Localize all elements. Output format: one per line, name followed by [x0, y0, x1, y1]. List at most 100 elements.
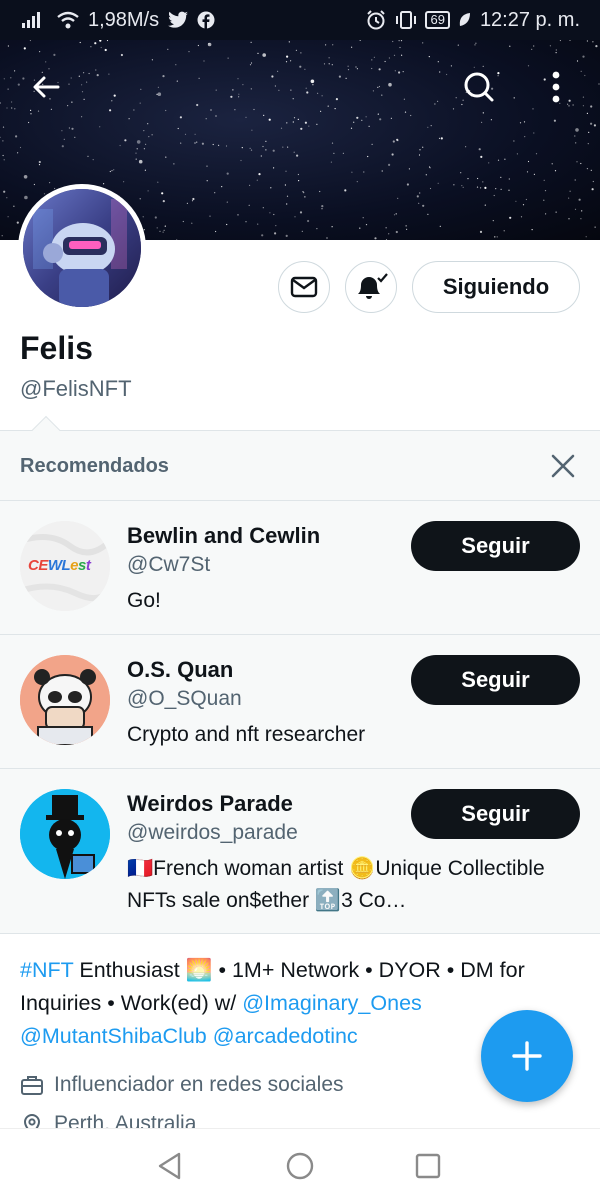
star — [282, 146, 284, 148]
star — [145, 143, 147, 145]
star — [71, 127, 74, 130]
star — [504, 158, 506, 160]
star — [402, 71, 404, 73]
star — [347, 69, 350, 71]
hashtag-link[interactable]: #NFT — [20, 958, 73, 982]
star — [398, 71, 401, 74]
star — [119, 144, 121, 147]
notifications-button[interactable] — [345, 261, 397, 313]
star — [344, 189, 347, 192]
star — [335, 98, 338, 101]
star — [7, 88, 9, 90]
star — [269, 212, 271, 214]
star — [161, 192, 164, 195]
back-button[interactable] — [24, 65, 68, 109]
star — [268, 118, 271, 121]
follow-button[interactable]: Seguir — [411, 521, 580, 571]
star — [355, 66, 357, 68]
star — [176, 80, 178, 82]
star — [299, 65, 302, 68]
recommendation-item[interactable]: Weirdos Parade @weirdos_parade 🇫🇷French … — [0, 768, 600, 935]
star — [293, 151, 295, 153]
star — [156, 227, 158, 229]
star — [509, 216, 512, 219]
star — [356, 116, 359, 119]
star — [574, 179, 576, 181]
star — [321, 208, 323, 210]
star — [296, 154, 299, 157]
star — [422, 146, 424, 148]
recommendation-name[interactable]: Bewlin and Cewlin — [127, 523, 320, 549]
profile-handle: @FelisNFT — [20, 376, 132, 401]
nav-recents-button[interactable] — [413, 1151, 443, 1186]
star — [500, 176, 502, 178]
star — [328, 63, 330, 65]
star — [457, 44, 459, 46]
star — [253, 108, 255, 111]
star — [245, 221, 247, 223]
back-arrow-icon — [33, 76, 60, 98]
mention-link[interactable]: @Imaginary_Ones — [242, 991, 422, 1015]
star — [398, 40, 400, 42]
recommendation-bio: 🇫🇷French woman artist 🪙Unique Collectibl… — [127, 857, 545, 912]
search-button[interactable] — [457, 65, 501, 109]
compose-tweet-button[interactable] — [481, 1010, 573, 1102]
star — [508, 178, 510, 180]
profile-avatar[interactable] — [18, 184, 146, 312]
mention-link[interactable]: @MutantShibaClub — [20, 1024, 207, 1048]
star — [251, 129, 253, 131]
star — [306, 91, 309, 94]
star — [154, 216, 157, 219]
star — [437, 100, 439, 102]
mention-link[interactable]: @arcadedotinc — [213, 1024, 358, 1048]
star — [162, 200, 165, 203]
star — [99, 126, 101, 128]
following-button[interactable]: Siguiendo — [412, 261, 580, 313]
nav-back-button[interactable] — [155, 1151, 185, 1186]
recommendation-name[interactable]: Weirdos Parade — [127, 791, 293, 817]
star — [106, 40, 109, 42]
star — [68, 127, 70, 129]
star — [104, 48, 107, 52]
star — [24, 195, 28, 200]
star — [377, 86, 379, 88]
more-options-button[interactable] — [534, 65, 578, 109]
star — [390, 117, 392, 119]
star — [476, 186, 479, 188]
star — [405, 225, 407, 227]
star — [582, 96, 585, 98]
follow-button[interactable]: Seguir — [411, 655, 580, 705]
star — [287, 146, 289, 148]
star — [330, 161, 332, 163]
profile-name: Felis — [20, 330, 93, 366]
star — [261, 234, 264, 237]
star — [392, 140, 395, 143]
recommendation-name[interactable]: O.S. Quan — [127, 657, 233, 683]
star — [460, 172, 462, 174]
message-button[interactable] — [278, 261, 330, 313]
follow-button[interactable]: Seguir — [411, 789, 580, 839]
star — [298, 180, 300, 182]
star — [316, 228, 318, 230]
star — [378, 85, 380, 88]
recommendation-item[interactable]: CEWLest Bewlin and Cewlin @Cw7St Go! Seg… — [0, 500, 600, 634]
star — [304, 196, 306, 198]
star — [207, 42, 212, 47]
star — [180, 142, 182, 144]
star — [531, 229, 533, 231]
star — [14, 70, 16, 72]
star — [143, 229, 145, 231]
star — [79, 41, 81, 44]
star — [527, 160, 530, 163]
star — [177, 127, 179, 130]
star — [580, 218, 582, 220]
star — [393, 54, 396, 56]
star — [338, 75, 341, 78]
star — [0, 102, 1, 104]
star — [285, 234, 288, 237]
dismiss-recommendations-button[interactable] — [546, 449, 580, 483]
nav-home-button[interactable] — [285, 1151, 315, 1186]
recommendation-item[interactable]: O.S. Quan @O_SQuan Crypto and nft resear… — [0, 634, 600, 768]
star — [478, 148, 481, 151]
star — [520, 216, 523, 218]
